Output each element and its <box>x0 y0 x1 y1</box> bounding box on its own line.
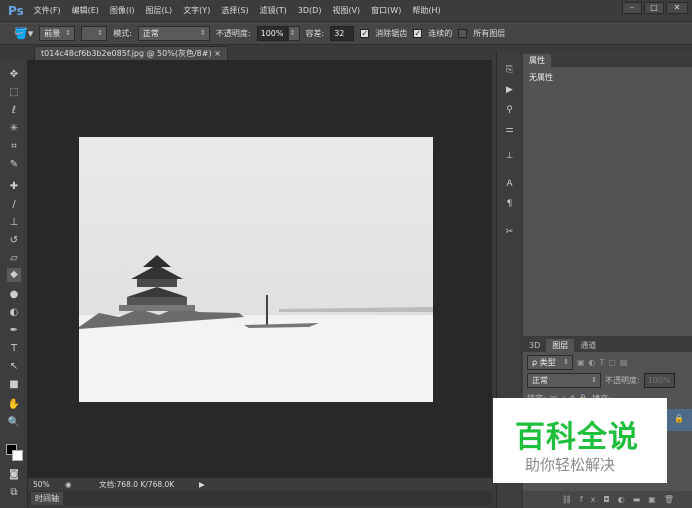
brush-settings-icon[interactable]: ✂ <box>503 226 516 239</box>
layer-filter-select[interactable]: ρ 类型 <box>527 354 573 370</box>
dodge-tool-icon[interactable]: ◐ <box>7 306 21 320</box>
move-tool-icon[interactable]: ✥ <box>7 68 21 82</box>
watermark: 百科全说 助你轻松解决 <box>493 398 667 483</box>
zoom-tool-icon[interactable]: 🔍 <box>7 416 21 430</box>
quick-mask-icon[interactable]: ◙ <box>7 468 21 482</box>
close-tab-icon[interactable]: × <box>214 49 221 58</box>
eraser-icon[interactable]: ▱ <box>7 252 21 266</box>
shape-tool-icon[interactable]: ■ <box>7 378 21 392</box>
document-size-info: 文档:768.0 K/768.0K <box>99 480 175 489</box>
history-panel-icon[interactable]: ⎘ <box>503 64 516 77</box>
healing-brush-icon[interactable]: ✚ <box>7 180 21 194</box>
watermark-title: 百科全说 <box>515 420 639 455</box>
options-bar: 🪣▾ 前景 模式: 正常 不透明度: 100% 容差: 32 ✓ 消除锯齿 ✓ 连续… <box>0 21 692 45</box>
menu-layer[interactable]: 图层(L) <box>145 5 172 16</box>
paint-bucket-icon[interactable]: 🪣▾ <box>14 27 33 40</box>
menu-filter[interactable]: 滤镜(T) <box>260 5 287 16</box>
all-layers-label: 所有图层 <box>473 28 506 38</box>
character-panel-icon[interactable]: A <box>503 178 516 191</box>
menu-select[interactable]: 选择(S) <box>221 5 248 16</box>
document-tab-title: t014c48cf6b3b2e085f.jpg @ 50%(灰色/8#) <box>41 49 212 58</box>
status-bar: 50% ◉ 文档:768.0 K/768.0K ▶ <box>28 478 492 491</box>
filter-type-icons[interactable]: ▣◐T▢▤ <box>577 358 632 367</box>
fill-source-select[interactable]: 前景 <box>39 25 76 41</box>
contiguous-checkbox[interactable]: ✓ <box>413 28 423 38</box>
clone-source-icon[interactable]: ⊥ <box>503 150 516 163</box>
path-select-icon[interactable]: ↖ <box>7 360 21 374</box>
menu-image[interactable]: 图像(I) <box>110 5 135 16</box>
tab-layers[interactable]: 图层 <box>546 339 575 352</box>
opacity-dropdown[interactable] <box>287 25 300 41</box>
hand-tool-icon[interactable]: ✋ <box>7 398 21 412</box>
menu-window[interactable]: 窗口(W) <box>371 5 401 16</box>
document-image[interactable] <box>79 137 433 402</box>
tool-presets-icon[interactable]: ⚲ <box>503 104 516 117</box>
properties-content: 无属性 <box>529 73 553 82</box>
layer-opacity-input[interactable]: 100% <box>643 372 675 388</box>
mode-label: 模式: <box>113 28 132 38</box>
maximize-button[interactable]: □ <box>644 2 664 14</box>
screen-mode-icon[interactable]: ⧉ <box>7 486 21 500</box>
pen-tool-icon[interactable]: ✒ <box>7 324 21 338</box>
minimize-button[interactable]: – <box>622 2 642 14</box>
menu-file[interactable]: 文件(F) <box>34 5 61 16</box>
lasso-tool-icon[interactable]: ℓ <box>7 104 21 118</box>
paragraph-panel-icon[interactable]: ¶ <box>503 198 516 211</box>
properties-panel: 属性 无属性 <box>523 52 692 336</box>
watermark-subtitle: 助你轻松解决 <box>525 456 616 474</box>
background-color-swatch[interactable] <box>12 450 23 461</box>
layer-lock-icon: 🔒 <box>674 414 684 423</box>
status-menu-arrow[interactable]: ▶ <box>199 480 205 489</box>
menu-3d[interactable]: 3D(D) <box>298 6 322 15</box>
contiguous-label: 连续的 <box>428 28 453 38</box>
ps-logo: Ps <box>8 3 24 18</box>
tolerance-label: 容差: <box>305 28 325 38</box>
menu-view[interactable]: 视图(V) <box>332 5 360 16</box>
layer-opacity-label: 不透明度: <box>605 375 640 385</box>
status-info-icon[interactable]: ◉ <box>65 480 77 489</box>
opacity-label: 不透明度: <box>215 28 251 38</box>
close-button[interactable]: ✕ <box>666 2 688 14</box>
history-brush-icon[interactable]: ↺ <box>7 234 21 248</box>
crop-tool-icon[interactable]: ⌗ <box>7 140 21 154</box>
timeline-tab[interactable]: 时间轴 <box>31 492 63 505</box>
actions-panel-icon[interactable]: ▶ <box>503 84 516 97</box>
type-tool-icon[interactable]: T <box>7 342 21 356</box>
marquee-tool-icon[interactable]: ⬚ <box>7 86 21 100</box>
snow-landscape-photo <box>79 137 433 402</box>
clone-stamp-icon[interactable]: ⊥ <box>7 216 21 230</box>
timeline-panel: 时间轴 <box>28 491 492 505</box>
blur-tool-icon[interactable]: ● <box>7 288 21 302</box>
eyedropper-icon[interactable]: ✎ <box>7 158 21 172</box>
layer-footer-icons[interactable]: ⛓fx◘◐▬▣🗑 <box>523 491 692 508</box>
menu-edit[interactable]: 编辑(E) <box>72 5 99 16</box>
brush-tool-icon[interactable]: / <box>7 198 21 212</box>
magic-wand-icon[interactable]: ✳ <box>7 122 21 136</box>
menu-bar: Ps 文件(F) 编辑(E) 图像(I) 图层(L) 文字(Y) 选择(S) 滤… <box>0 0 692 21</box>
antialias-checkbox[interactable]: ✓ <box>360 28 370 38</box>
document-tab[interactable]: t014c48cf6b3b2e085f.jpg @ 50%(灰色/8#) × <box>34 46 228 60</box>
paint-bucket-tool-icon[interactable]: ◆ <box>7 268 21 282</box>
pattern-picker[interactable] <box>81 25 108 41</box>
blend-mode-select[interactable]: 正常 <box>527 372 601 388</box>
mode-select[interactable]: 正常 <box>137 25 210 41</box>
opacity-input[interactable]: 100% <box>256 25 288 41</box>
canvas-area <box>28 60 492 478</box>
antialias-label: 消除锯齿 <box>375 28 408 38</box>
tab-3d[interactable]: 3D <box>523 339 546 352</box>
document-tab-bar: t014c48cf6b3b2e085f.jpg @ 50%(灰色/8#) × <box>28 45 492 60</box>
tools-panel: ✥ ⬚ ℓ ✳ ⌗ ✎ ✚ / ⊥ ↺ ▱ ◆ ● ◐ ✒ T ↖ ■ ✋ 🔍 … <box>0 60 28 508</box>
tab-channels[interactable]: 通道 <box>574 339 602 352</box>
menu-help[interactable]: 帮助(H) <box>412 5 440 16</box>
adjustments-icon[interactable]: ⚌ <box>503 124 516 137</box>
menu-type[interactable]: 文字(Y) <box>183 5 210 16</box>
all-layers-checkbox[interactable] <box>458 28 468 38</box>
properties-tab[interactable]: 属性 <box>523 54 551 67</box>
zoom-level[interactable]: 50% <box>33 480 63 489</box>
tolerance-input[interactable]: 32 <box>330 25 355 41</box>
